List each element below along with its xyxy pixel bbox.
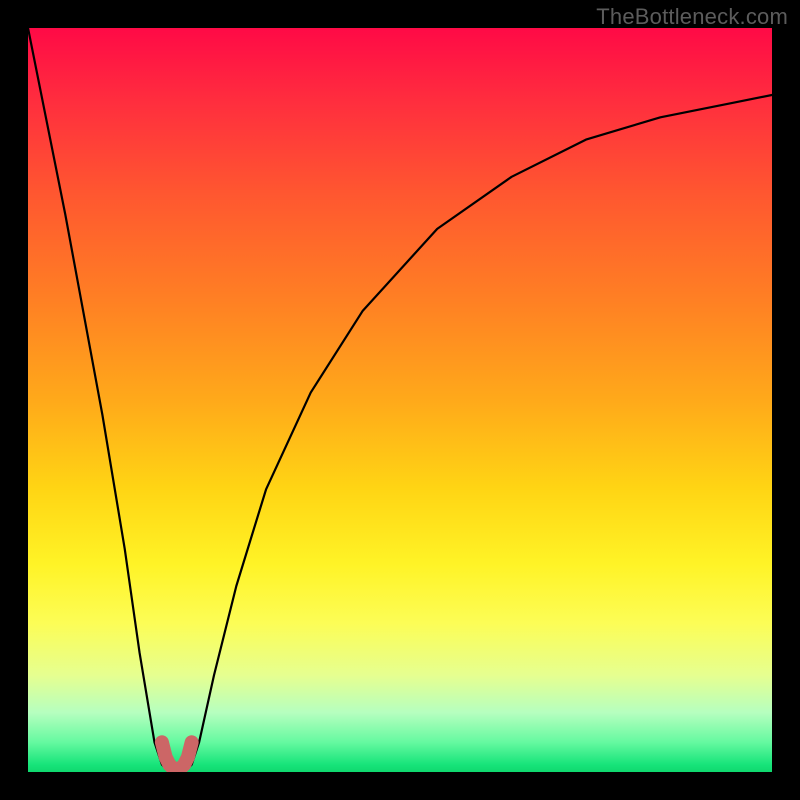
bottleneck-curve (28, 28, 772, 772)
watermark-text: TheBottleneck.com (596, 4, 788, 30)
chart-frame: TheBottleneck.com (0, 0, 800, 800)
plot-area (28, 28, 772, 772)
chart-svg (28, 28, 772, 772)
optimal-marker (162, 742, 192, 769)
